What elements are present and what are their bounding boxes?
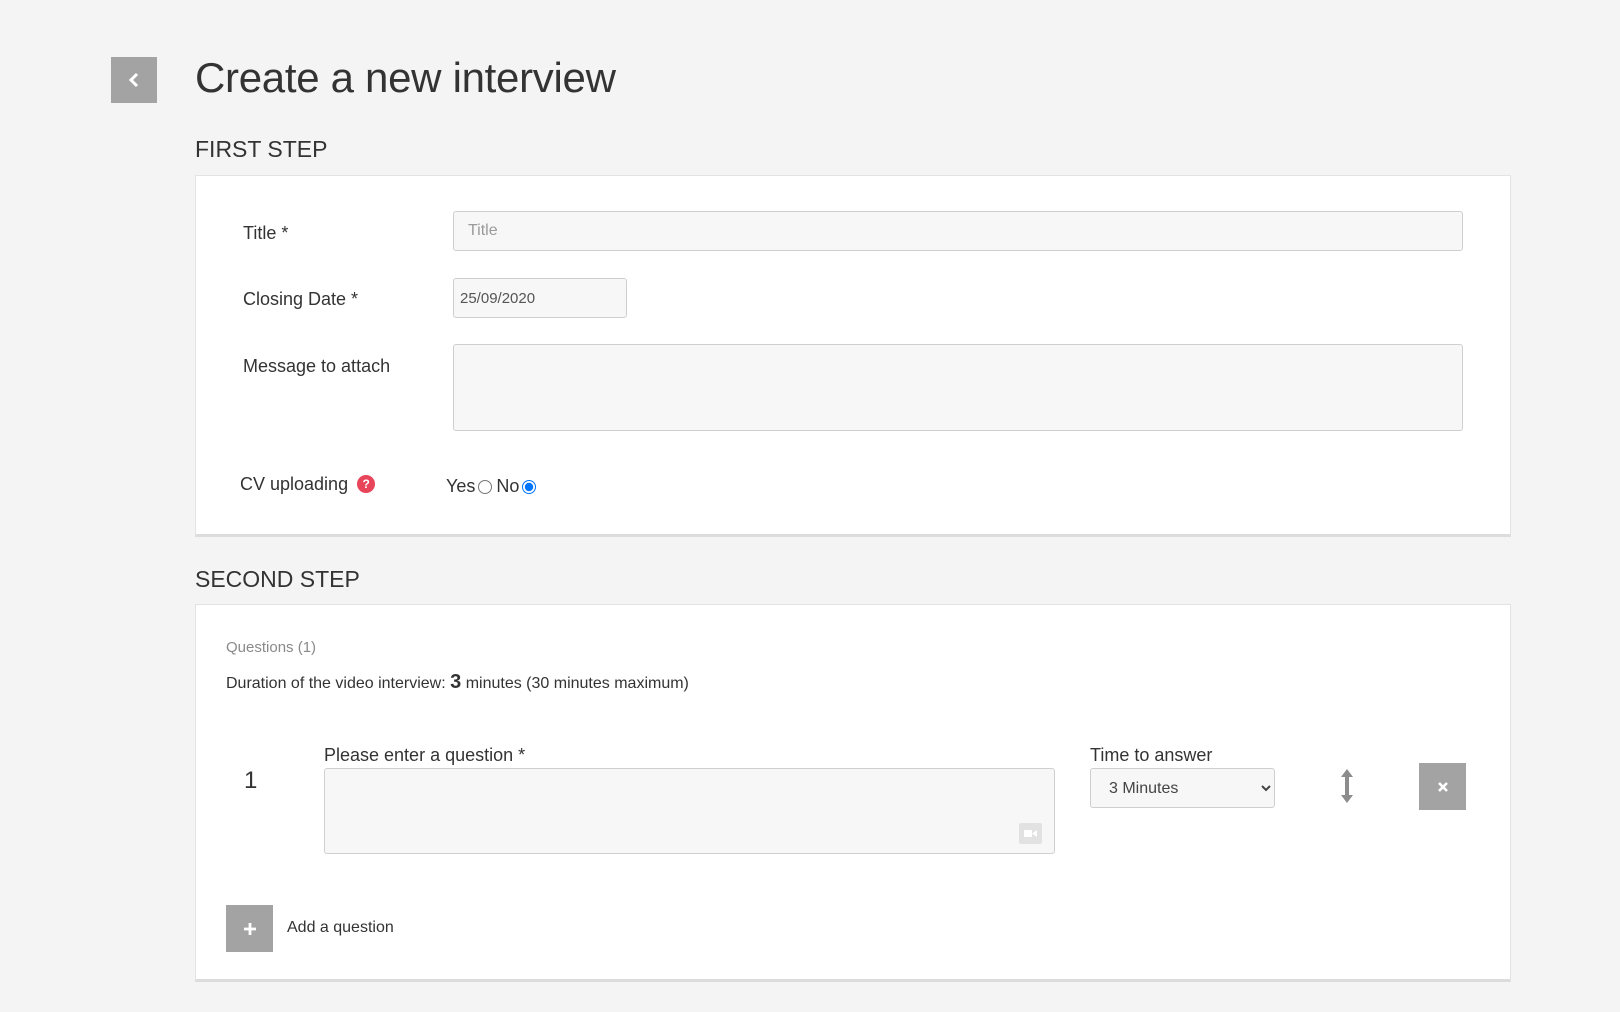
- close-icon: [1437, 781, 1448, 792]
- first-step-heading: FIRST STEP: [195, 136, 328, 162]
- message-textarea[interactable]: [453, 344, 1463, 431]
- second-step-heading: SECOND STEP: [195, 566, 360, 592]
- question-circle-icon[interactable]: ?: [357, 475, 376, 493]
- title-label: Title *: [243, 223, 289, 243]
- cv-yes-radio[interactable]: [478, 479, 493, 494]
- back-button[interactable]: [111, 57, 157, 103]
- cv-uploading-label: CV uploading ?: [240, 474, 376, 495]
- duration-value: 3: [450, 671, 462, 693]
- cv-no-label: No: [496, 476, 520, 496]
- video-camera-icon[interactable]: [1019, 823, 1042, 844]
- time-to-answer-select[interactable]: 3 Minutes: [1090, 768, 1275, 808]
- duration-text: Duration of the video interview: 3 minut…: [226, 671, 689, 694]
- add-question-label[interactable]: Add a question: [287, 919, 394, 937]
- cv-uploading-radio-group: Yes No: [446, 476, 538, 497]
- chevron-left-icon: [128, 72, 139, 88]
- first-step-card: Title * Closing Date * Message to attach…: [195, 175, 1511, 537]
- question-textarea[interactable]: [324, 768, 1055, 854]
- duration-suffix: minutes (30 minutes maximum): [465, 675, 689, 692]
- questions-count: Questions (1): [226, 639, 317, 656]
- question-label: Please enter a question *: [324, 745, 526, 765]
- page-title: Create a new interview: [195, 54, 616, 101]
- cv-no-radio[interactable]: [522, 479, 537, 494]
- closing-date-label: Closing Date *: [243, 289, 359, 309]
- duration-prefix: Duration of the video interview:: [226, 675, 446, 692]
- time-to-answer-label: Time to answer: [1090, 745, 1213, 765]
- closing-date-input[interactable]: [453, 278, 627, 318]
- delete-question-button[interactable]: [1419, 763, 1466, 810]
- drag-handle-icon[interactable]: [1336, 768, 1358, 804]
- message-label: Message to attach: [243, 356, 391, 376]
- cv-uploading-text: CV uploading: [240, 474, 349, 494]
- add-question-button[interactable]: [226, 905, 273, 952]
- question-number: 1: [244, 767, 258, 794]
- second-step-card: Questions (1) Duration of the video inte…: [195, 604, 1511, 982]
- cv-yes-label: Yes: [446, 476, 476, 496]
- title-input[interactable]: [453, 211, 1463, 251]
- plus-icon: [243, 922, 256, 935]
